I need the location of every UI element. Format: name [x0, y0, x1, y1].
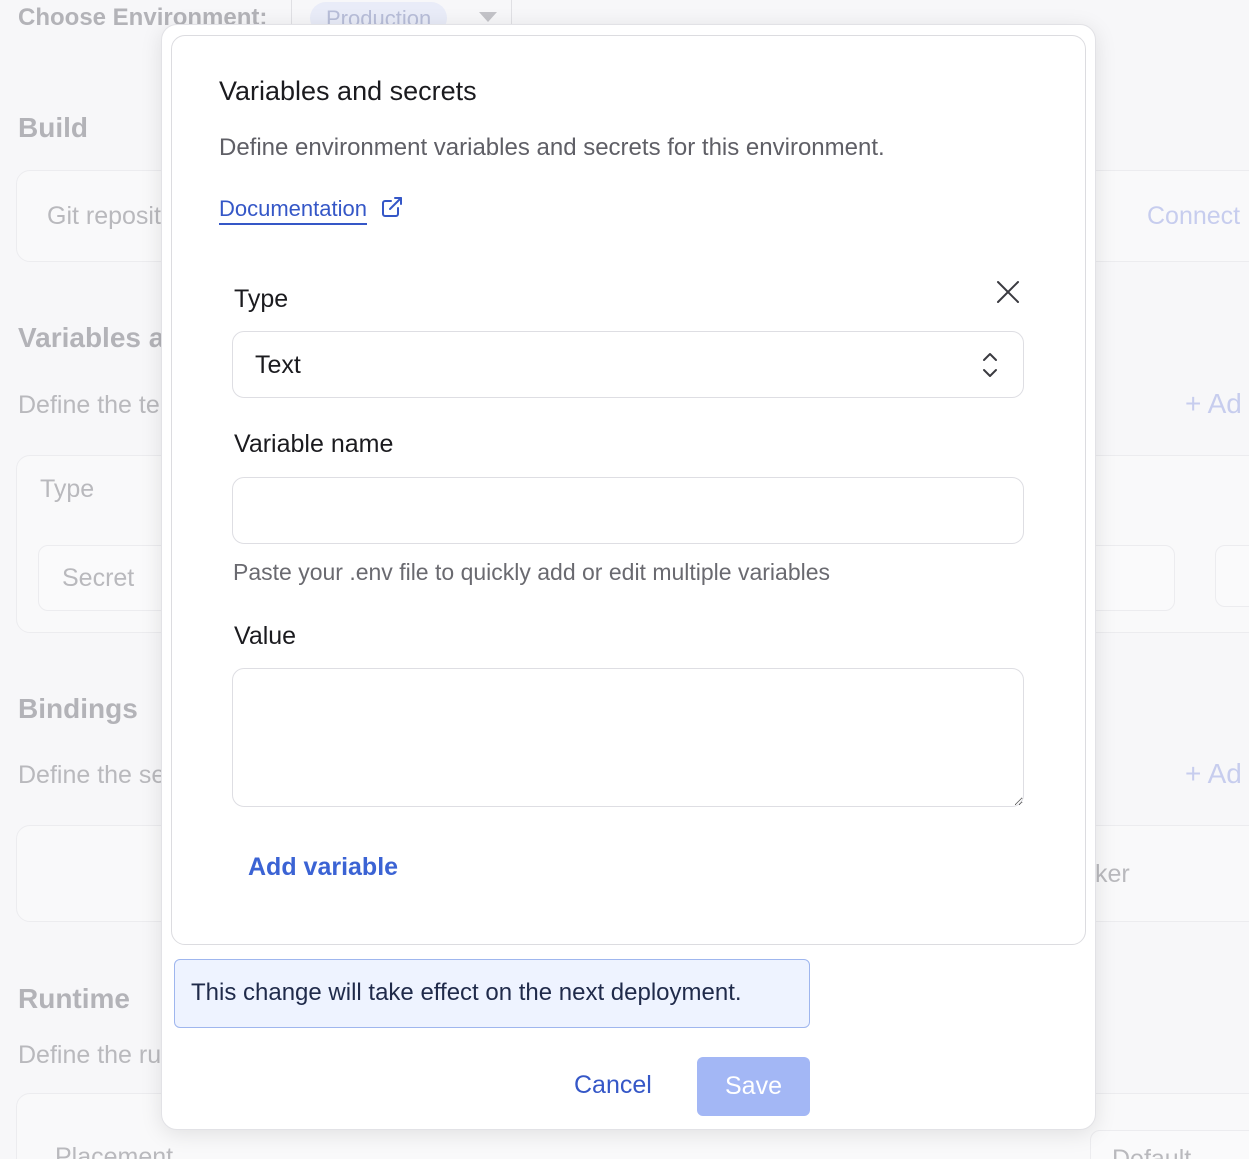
connect-link[interactable]: Connect — [1147, 202, 1240, 231]
type-label: Type — [234, 285, 289, 313]
placement-label: Placement — [55, 1143, 174, 1159]
chevron-up-down-icon — [983, 353, 997, 377]
runtime-heading: Runtime — [18, 983, 130, 1014]
bindings-desc: Define the se — [18, 761, 166, 789]
deployment-notice-text: This change will take effect on the next… — [191, 979, 742, 1006]
value-textarea[interactable] — [232, 668, 1024, 807]
secret-cell: Secret — [62, 564, 135, 592]
modal-title: Variables and secrets — [219, 76, 477, 106]
cancel-button[interactable]: Cancel — [574, 1071, 652, 1100]
close-icon[interactable] — [993, 277, 1023, 307]
git-repository-label: Git reposit — [47, 202, 161, 230]
documentation-link[interactable]: Documentation — [219, 196, 367, 225]
type-column-header: Type — [40, 475, 95, 503]
caret-down-icon[interactable] — [479, 12, 497, 22]
runtime-desc: Define the ru — [18, 1041, 162, 1069]
delete-row-button[interactable] — [1215, 545, 1249, 607]
modal-subtitle: Define environment variables and secrets… — [219, 134, 885, 161]
add-variable-bg-label: Ad — [1207, 388, 1242, 419]
add-variable-button[interactable]: Add variable — [248, 853, 398, 882]
bindings-heading: Bindings — [18, 693, 138, 724]
add-variable-bg-button[interactable]: + Ad — [1185, 388, 1242, 420]
type-select[interactable]: Text — [232, 331, 1024, 398]
page: Choose Environment: Production Build Git… — [0, 0, 1249, 1159]
value-label: Value — [234, 622, 297, 650]
env-paste-hint: Paste your .env file to quickly add or e… — [233, 559, 831, 585]
external-link-icon[interactable] — [380, 195, 404, 219]
variable-name-label: Variable name — [234, 430, 394, 458]
add-binding-bg-label: Ad — [1207, 758, 1242, 789]
variables-heading: Variables a — [18, 322, 165, 353]
worker-text: ker — [1095, 860, 1130, 888]
save-button[interactable]: Save — [697, 1057, 810, 1116]
default-option: Default — [1112, 1145, 1192, 1159]
type-select-value: Text — [255, 351, 301, 379]
variables-desc: Define the te — [18, 391, 160, 419]
add-binding-bg-button[interactable]: + Ad — [1185, 758, 1242, 790]
build-heading: Build — [18, 112, 88, 143]
deployment-notice: This change will take effect on the next… — [174, 959, 810, 1028]
variable-name-input[interactable] — [232, 477, 1024, 544]
